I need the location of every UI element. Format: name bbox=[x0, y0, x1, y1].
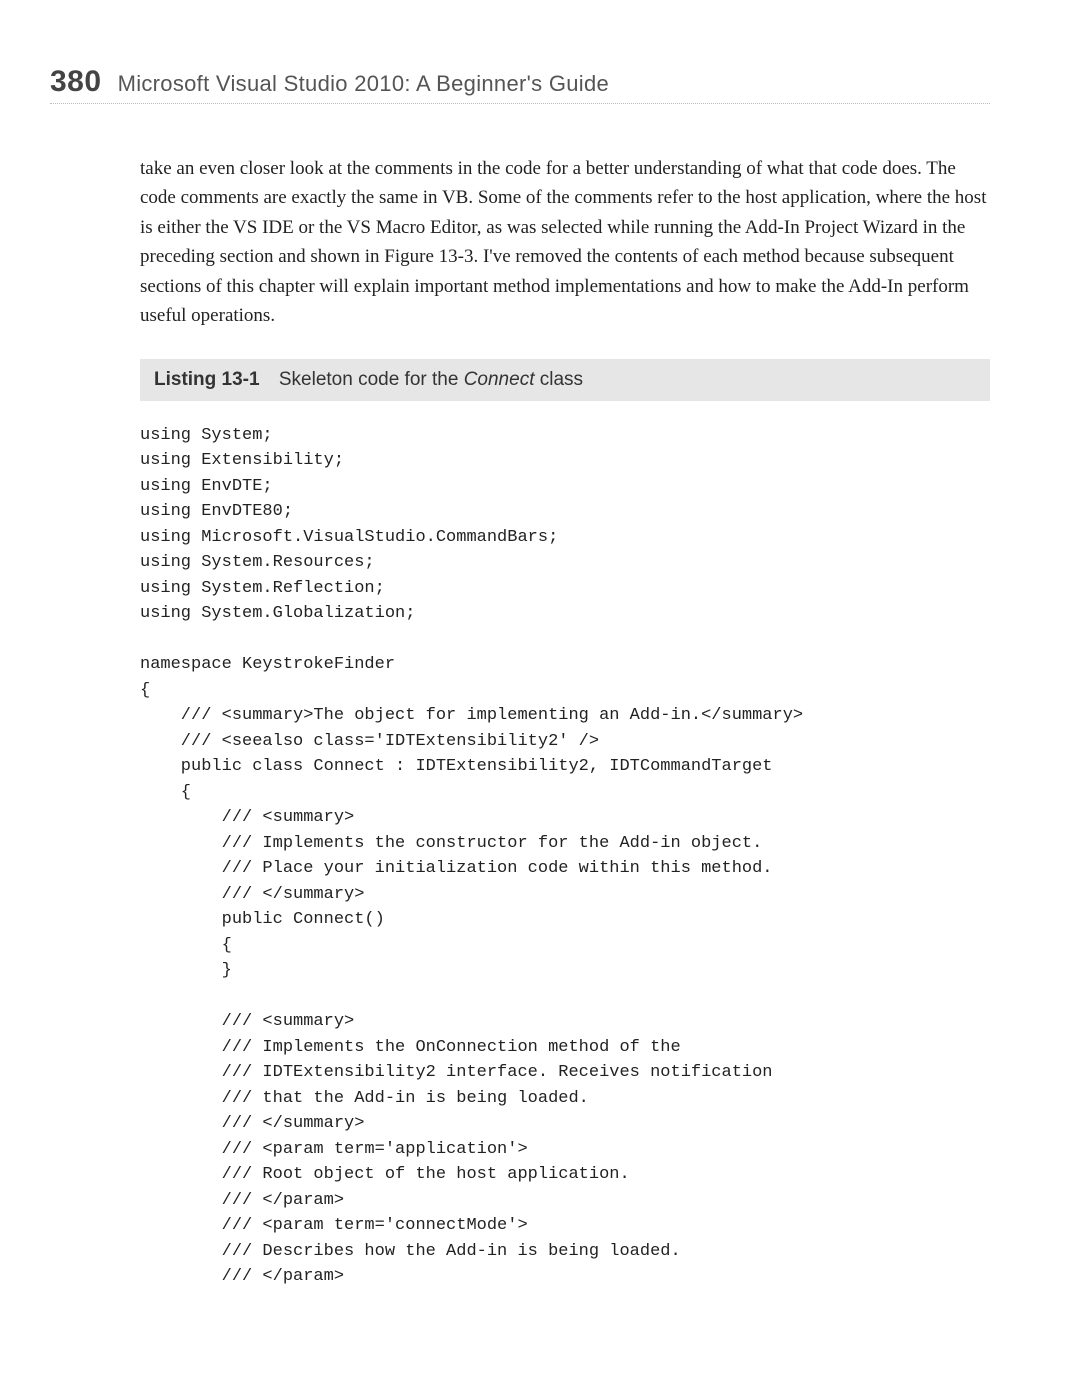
page-header: 380 Microsoft Visual Studio 2010: A Begi… bbox=[50, 65, 990, 104]
code-listing: using System; using Extensibility; using… bbox=[140, 423, 990, 1290]
body-paragraph: take an even closer look at the comments… bbox=[140, 154, 990, 331]
page-number: 380 bbox=[50, 65, 102, 99]
listing-heading: Listing 13-1 Skeleton code for the Conne… bbox=[140, 359, 990, 401]
listing-label: Listing 13-1 bbox=[154, 369, 260, 390]
listing-desc-after: class bbox=[534, 369, 583, 390]
listing-desc-before: Skeleton code for the bbox=[279, 369, 464, 390]
book-title: Microsoft Visual Studio 2010: A Beginner… bbox=[118, 71, 609, 97]
listing-desc-em: Connect bbox=[464, 369, 535, 390]
page-container: 380 Microsoft Visual Studio 2010: A Begi… bbox=[0, 0, 1080, 1330]
